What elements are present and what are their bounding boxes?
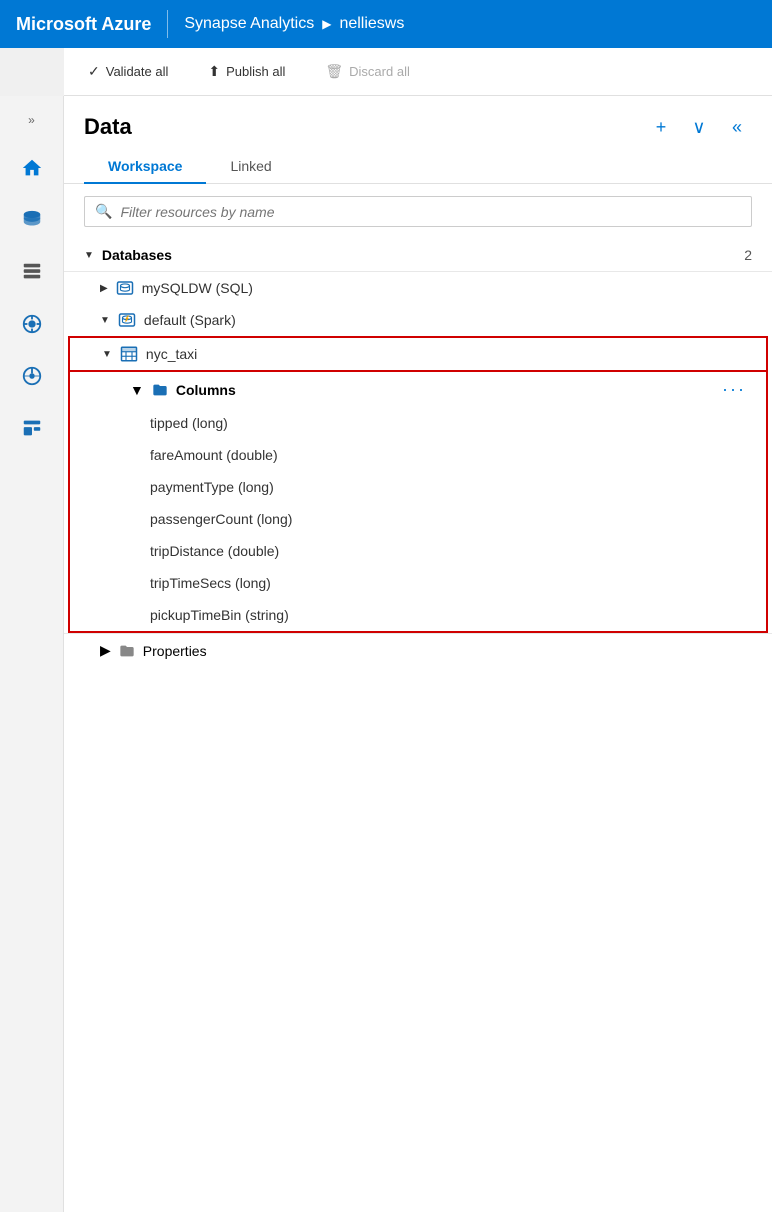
integrate-icon — [21, 313, 43, 335]
column-passenger-count: passengerCount (long) — [68, 503, 768, 535]
develop-icon — [21, 261, 43, 283]
sidebar-item-develop[interactable] — [8, 248, 56, 296]
search-container: 🔍 — [64, 184, 772, 239]
tab-linked[interactable]: Linked — [206, 150, 295, 184]
header-actions: + ∨ « — [646, 112, 752, 142]
home-icon — [21, 157, 43, 179]
service-name: Synapse Analytics ▶ nelliesws — [184, 15, 404, 33]
tab-workspace[interactable]: Workspace — [84, 150, 206, 184]
search-box: 🔍 — [84, 196, 752, 227]
column-tipped: tipped (long) — [68, 407, 768, 439]
folder-icon — [152, 382, 168, 398]
sidebar-expand-button[interactable]: » — [8, 104, 56, 136]
sidebar: » — [0, 96, 64, 1212]
nyc-taxi-toggle: ▼ — [102, 349, 112, 360]
top-bar-divider — [167, 10, 168, 38]
sql-db-icon — [116, 279, 134, 297]
column-pickup-time-bin: pickupTimeBin (string) — [68, 599, 768, 633]
publish-icon: ⬆ — [208, 63, 220, 80]
publish-all-button[interactable]: ⬆ Publish all — [200, 59, 293, 84]
column-fare-amount: fareAmount (double) — [68, 439, 768, 471]
sidebar-item-manage[interactable] — [8, 404, 56, 452]
validate-all-button[interactable]: ✓ Validate all — [80, 59, 176, 84]
data-icon — [21, 209, 43, 231]
default-spark-item[interactable]: ▼ default (Spark) — [64, 304, 772, 336]
discard-all-button[interactable]: 🗑 Discard all — [317, 59, 417, 84]
column-trip-distance: tripDistance (double) — [68, 535, 768, 567]
expand-icon: » — [28, 113, 35, 127]
default-spark-toggle: ▼ — [100, 315, 110, 326]
databases-label: Databases — [102, 247, 736, 263]
databases-count: 2 — [744, 247, 752, 263]
discard-label: Discard all — [349, 64, 410, 79]
sidebar-item-data[interactable] — [8, 196, 56, 244]
nyc-taxi-label: nyc_taxi — [146, 346, 750, 362]
properties-label: Properties — [143, 643, 752, 659]
validate-icon: ✓ — [88, 63, 100, 80]
publish-label: Publish all — [226, 64, 285, 79]
columns-label: Columns — [176, 382, 714, 398]
tree-container: ▼ Databases 2 ▶ mySQLDW (SQL) ▼ — [64, 239, 772, 1212]
nyc-taxi-item[interactable]: ▼ nyc_taxi — [68, 336, 768, 372]
service-label: Synapse Analytics — [184, 15, 314, 33]
collapse-button[interactable]: « — [722, 112, 752, 142]
spark-db-icon — [118, 311, 136, 329]
top-bar: Microsoft Azure Synapse Analytics ▶ nell… — [0, 0, 772, 48]
mysqldb-label: mySQLDW (SQL) — [142, 280, 752, 296]
monitor-icon — [21, 365, 43, 387]
databases-section-header[interactable]: ▼ Databases 2 — [64, 239, 772, 272]
columns-row[interactable]: ▼ Columns ··· — [68, 372, 768, 407]
table-icon — [120, 345, 138, 363]
column-trip-time-secs: tripTimeSecs (long) — [68, 567, 768, 599]
validate-label: Validate all — [106, 64, 169, 79]
search-icon: 🔍 — [95, 203, 112, 220]
content-panel: Data + ∨ « Workspace Linked 🔍 — [64, 96, 772, 1212]
properties-row[interactable]: ▶ Properties — [64, 633, 772, 667]
mysqldb-toggle: ▶ — [100, 283, 108, 294]
action-bar: ✓ Validate all ⬆ Publish all 🗑 Discard a… — [64, 48, 772, 96]
mysqldb-item[interactable]: ▶ mySQLDW (SQL) — [64, 272, 772, 304]
tab-bar: Workspace Linked — [64, 150, 772, 184]
properties-toggle: ▶ — [100, 642, 111, 659]
panel-title: Data — [84, 114, 638, 140]
sidebar-item-integrate[interactable] — [8, 300, 56, 348]
columns-toggle: ▼ — [130, 382, 144, 398]
add-button[interactable]: + — [646, 112, 676, 142]
column-payment-type: paymentType (long) — [68, 471, 768, 503]
manage-icon — [21, 417, 43, 439]
brand-name: Microsoft Azure — [16, 14, 151, 35]
databases-toggle: ▼ — [84, 250, 94, 261]
breadcrumb-chevron: ▶ — [322, 17, 331, 31]
default-spark-label: default (Spark) — [144, 312, 752, 328]
data-header: Data + ∨ « — [64, 96, 772, 150]
columns-more-button[interactable]: ··· — [722, 379, 746, 400]
expand-button[interactable]: ∨ — [684, 112, 714, 142]
search-input[interactable] — [120, 204, 741, 220]
properties-folder-icon — [119, 643, 135, 659]
sidebar-item-monitor[interactable] — [8, 352, 56, 400]
discard-icon: 🗑 — [325, 63, 343, 80]
sidebar-item-home[interactable] — [8, 144, 56, 192]
main-layout: » — [0, 96, 772, 1212]
workspace-name: nelliesws — [339, 15, 404, 33]
